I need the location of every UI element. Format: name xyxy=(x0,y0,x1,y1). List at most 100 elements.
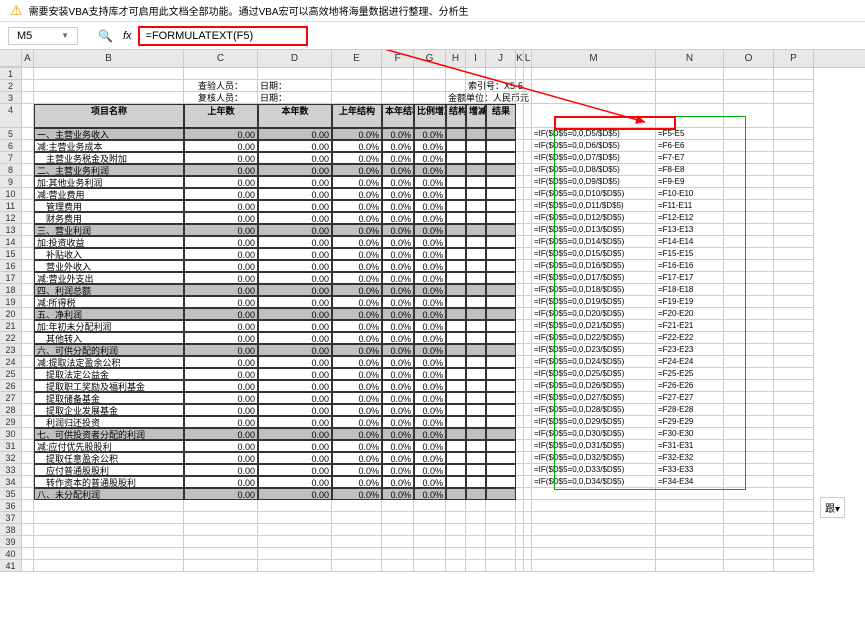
cell[interactable] xyxy=(22,356,34,368)
cell[interactable] xyxy=(22,548,34,560)
cell[interactable]: 0.0% xyxy=(382,356,414,368)
cell[interactable] xyxy=(22,128,34,140)
cell[interactable] xyxy=(466,212,486,224)
cell[interactable]: 0.0% xyxy=(332,248,382,260)
row-header[interactable]: 40 xyxy=(0,548,22,560)
cell[interactable] xyxy=(466,536,486,548)
cell[interactable]: 0.0% xyxy=(414,464,446,476)
cell[interactable]: =IF($D$5=0,0,D25/$D$5) xyxy=(532,368,656,380)
cell[interactable]: 0.0% xyxy=(332,332,382,344)
cell[interactable]: 0.00 xyxy=(258,380,332,392)
cell[interactable] xyxy=(516,92,524,104)
cell[interactable] xyxy=(724,128,774,140)
row-header[interactable]: 27 xyxy=(0,392,22,404)
cell[interactable]: 0.0% xyxy=(332,236,382,248)
cell[interactable] xyxy=(258,560,332,572)
cell[interactable] xyxy=(486,176,516,188)
cell[interactable] xyxy=(486,236,516,248)
cell[interactable] xyxy=(724,320,774,332)
cell[interactable] xyxy=(382,536,414,548)
cell[interactable]: 0.0% xyxy=(414,476,446,488)
col-header-I[interactable]: I xyxy=(466,50,486,67)
row-header[interactable]: 15 xyxy=(0,248,22,260)
cell[interactable] xyxy=(516,536,524,548)
cell[interactable]: 减:营业外支出 xyxy=(34,272,184,284)
cell[interactable] xyxy=(774,512,814,524)
cell[interactable]: =F24-E24 xyxy=(656,356,724,368)
cell[interactable] xyxy=(22,260,34,272)
cell[interactable]: 0.0% xyxy=(414,164,446,176)
cell[interactable] xyxy=(774,260,814,272)
cell[interactable] xyxy=(486,224,516,236)
cell[interactable]: 0.0% xyxy=(414,260,446,272)
cell[interactable]: 利润归还投资 xyxy=(34,416,184,428)
cell[interactable] xyxy=(446,560,466,572)
cell[interactable]: 0.00 xyxy=(258,416,332,428)
cell[interactable] xyxy=(656,524,724,536)
cell[interactable]: =F18-E18 xyxy=(656,284,724,296)
cell[interactable] xyxy=(466,152,486,164)
cell[interactable] xyxy=(656,560,724,572)
cell[interactable] xyxy=(22,500,34,512)
cell[interactable] xyxy=(22,296,34,308)
cell[interactable]: =IF($D$5=0,0,D15/$D$5) xyxy=(532,248,656,260)
cell[interactable]: =IF($D$5=0,0,D32/$D$5) xyxy=(532,452,656,464)
cell[interactable]: 0.0% xyxy=(332,188,382,200)
row-header[interactable]: 30 xyxy=(0,428,22,440)
cell[interactable]: 0.00 xyxy=(184,464,258,476)
cell[interactable] xyxy=(656,92,724,104)
cell[interactable] xyxy=(22,368,34,380)
cell[interactable] xyxy=(446,236,466,248)
cell[interactable] xyxy=(724,440,774,452)
cell[interactable]: =F17-E17 xyxy=(656,272,724,284)
cell[interactable] xyxy=(446,488,466,500)
cell[interactable]: 0.00 xyxy=(184,224,258,236)
cell[interactable] xyxy=(516,332,524,344)
cell[interactable] xyxy=(486,272,516,284)
cell[interactable] xyxy=(516,428,524,440)
cell[interactable] xyxy=(516,272,524,284)
cell[interactable]: 0.0% xyxy=(414,200,446,212)
cell[interactable] xyxy=(532,548,656,560)
col-header-E[interactable]: E xyxy=(332,50,382,67)
cell[interactable] xyxy=(516,380,524,392)
cell[interactable] xyxy=(446,344,466,356)
cell[interactable] xyxy=(724,368,774,380)
cell[interactable] xyxy=(724,140,774,152)
cell[interactable]: 0.0% xyxy=(382,440,414,452)
cell[interactable]: =IF($D$5=0,0,D31/$D$5) xyxy=(532,440,656,452)
cell[interactable]: 复核人员： xyxy=(184,92,258,104)
cell[interactable] xyxy=(332,548,382,560)
cell[interactable]: 0.0% xyxy=(332,164,382,176)
cell[interactable] xyxy=(466,380,486,392)
cell[interactable]: 四、利润总额 xyxy=(34,284,184,296)
cell[interactable] xyxy=(382,548,414,560)
cell[interactable] xyxy=(524,464,532,476)
cell[interactable] xyxy=(524,308,532,320)
cell[interactable] xyxy=(524,476,532,488)
cell[interactable] xyxy=(22,524,34,536)
cell[interactable]: 0.00 xyxy=(184,428,258,440)
cell[interactable] xyxy=(524,176,532,188)
cell[interactable]: =F5-E5 xyxy=(656,128,724,140)
cell[interactable] xyxy=(446,464,466,476)
cell[interactable] xyxy=(532,512,656,524)
cell[interactable] xyxy=(516,128,524,140)
cell[interactable]: 0.00 xyxy=(258,476,332,488)
cell[interactable]: 0.0% xyxy=(414,308,446,320)
cell[interactable] xyxy=(774,224,814,236)
cell[interactable]: 上年结构 xyxy=(332,104,382,128)
row-header[interactable]: 41 xyxy=(0,560,22,572)
cell[interactable]: 0.00 xyxy=(184,416,258,428)
cell[interactable] xyxy=(22,392,34,404)
row-header[interactable]: 5 xyxy=(0,128,22,140)
cell[interactable]: 0.00 xyxy=(258,368,332,380)
cell[interactable] xyxy=(446,188,466,200)
cell[interactable]: 0.0% xyxy=(332,272,382,284)
cell[interactable] xyxy=(466,428,486,440)
cell[interactable]: 提取任意盈余公积 xyxy=(34,452,184,464)
cell[interactable]: 0.00 xyxy=(184,248,258,260)
col-header-D[interactable]: D xyxy=(258,50,332,67)
cell[interactable]: =IF($D$5=0,0,D22/$D$5) xyxy=(532,332,656,344)
cell[interactable] xyxy=(724,524,774,536)
